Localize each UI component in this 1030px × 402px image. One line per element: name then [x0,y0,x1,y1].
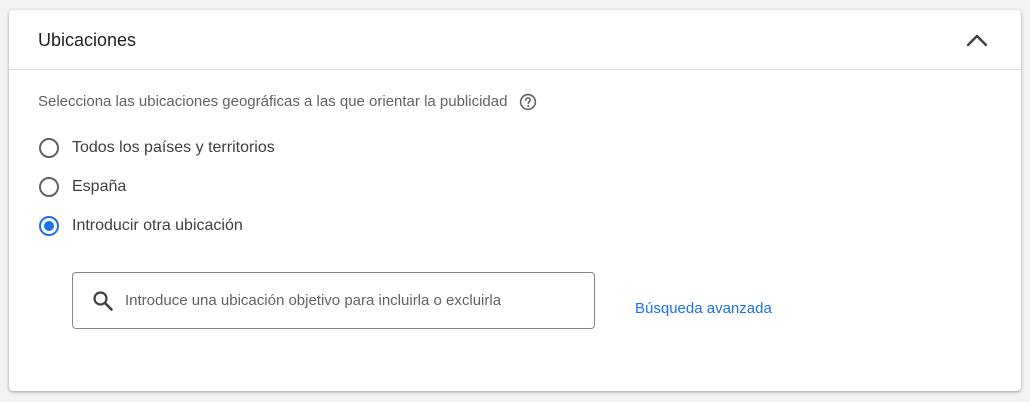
radio-option-all-countries[interactable]: Todos los países y territorios [39,134,275,162]
location-search-field[interactable] [72,272,595,329]
chevron-up-icon [966,34,988,47]
radio-label: Introducir otra ubicación [72,217,243,234]
radio-button[interactable] [39,138,59,158]
radio-button[interactable] [39,177,59,197]
collapse-button[interactable] [962,25,992,55]
radio-option-spain[interactable]: España [39,173,126,201]
search-icon [92,290,114,312]
location-search-input[interactable] [125,292,585,309]
description-text: Selecciona las ubicaciones geográficas a… [38,93,508,110]
radio-label: España [72,178,127,195]
radio-button-selected[interactable] [39,216,59,236]
section-title: Ubicaciones [38,30,137,50]
radio-option-other-location[interactable]: Introducir otra ubicación [39,212,243,240]
help-circle-icon[interactable] [519,93,537,111]
description-row: Selecciona las ubicaciones geográficas a… [38,92,537,112]
card-header[interactable]: Ubicaciones [9,10,1021,70]
locations-card: Ubicaciones Selecciona las ubicaciones g… [9,10,1021,391]
advanced-search-link[interactable]: Búsqueda avanzada [635,299,772,319]
radio-label: Todos los países y territorios [72,139,275,156]
